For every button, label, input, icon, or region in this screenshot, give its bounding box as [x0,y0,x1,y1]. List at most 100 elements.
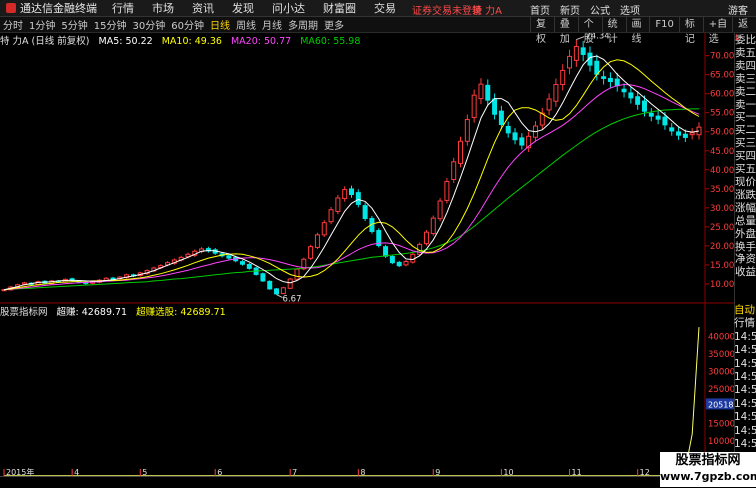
period-tab[interactable]: 15分钟 [91,17,130,32]
price-tick-label: 50.00 [710,128,734,138]
price-tick-label: 45.00 [710,147,734,157]
period-tab[interactable]: 周线 [233,17,259,32]
menu-item[interactable]: 发现 [223,0,263,16]
candle-up [464,119,470,142]
menu-item[interactable]: 市场 [143,0,183,16]
top-right-links: 首页 新页 公式 选项 [530,2,640,17]
indicator-tick-label: 30000 [708,367,734,377]
menu-item[interactable]: 资讯 [183,0,223,16]
candle-up [567,55,573,69]
kline-chart[interactable]: 70.00 65.00 60.00 55.00 50.00 45.00 40.00 35.00… [0,33,734,477]
candle-down [383,246,389,257]
high-pointer [576,36,585,41]
period-tab[interactable]: 更多 [321,17,347,32]
tick-time: 14:5 [734,357,756,370]
sidebar-label: 外盘 [735,227,756,240]
menu-item[interactable]: 财富圈 [314,0,365,16]
tick-time: 14:5 [734,438,756,451]
candle-down [519,137,525,146]
price-tick-label: 70.00 [710,52,734,62]
candle-up [471,94,477,119]
tool-button[interactable]: 复权 [530,17,554,45]
indicator-tick-label: 10000 [708,437,734,447]
tick-time: 行情 [734,317,755,330]
candle-down [648,112,654,117]
app-title: 通达信金融终端 [20,2,97,15]
candle-up [437,200,443,220]
top-link[interactable]: 首页 [530,2,550,17]
price-tick-label: 20.00 [710,242,734,252]
tool-button[interactable]: 返回 [732,17,756,45]
level-badge: L [735,33,740,42]
candle-up [546,98,552,111]
sidebar-label: 买一 [735,111,756,124]
indicator-tick-label: 35000 [708,350,734,360]
price-tick-label: 40.00 [710,166,734,176]
tool-button[interactable]: 个股 [577,17,602,45]
price-tick-label: 15.00 [710,261,734,271]
menu-item[interactable]: 交易 [365,0,405,16]
watermark-line-1: 股票指标网 [675,453,741,468]
top-link[interactable]: 选项 [620,2,640,17]
period-tab[interactable]: 日线 [207,17,233,32]
menu-item[interactable]: 问小达 [263,0,314,16]
candle-up [423,231,429,245]
top-link[interactable]: 新页 [560,2,580,17]
tool-button[interactable]: 统计 [601,17,626,45]
period-tab[interactable]: 1分钟 [26,17,58,32]
menu-item[interactable]: 行情 [103,0,143,16]
candle-down [260,273,266,282]
indicator-name: 股票指标网 [0,307,48,318]
period-tab[interactable]: 月线 [259,17,285,32]
period-tab[interactable]: 分时 [0,17,26,32]
sidebar-label: 涨幅 [735,201,756,214]
candle-down [635,96,641,105]
candle-down [498,110,504,125]
period-tabs: 分时 1分钟 5分钟 15分钟 30分钟 60分钟 日线 周线 月线 多周期 更多 [0,17,347,32]
period-tab[interactable]: 60分钟 [168,17,207,32]
candle-up [335,197,341,212]
candle-up [314,234,320,248]
sidebar-label: 卖二 [735,85,756,98]
period-tab[interactable]: 30分钟 [129,17,168,32]
candle-up [573,45,579,61]
period-toolbar: 分时 1分钟 5分钟 15分钟 30分钟 60分钟 日线 周线 月线 多周期 更多 复权 叠加 个股 统计… [0,17,756,45]
candle-up [451,161,457,180]
tool-button[interactable]: 画线 [625,17,650,45]
logo-icon [6,3,16,13]
candle-up [444,181,450,201]
sidebar-label: 净资 [735,253,756,266]
sidebar-label: 涨跌 [735,188,756,201]
sidebar-label: 买二 [735,124,756,137]
candle-down [669,127,675,132]
candle-up [287,278,293,289]
period-tab[interactable]: 多周期 [285,17,321,32]
candle-down [628,92,634,99]
watermark: 股票指标网 www.7gpzb.com [660,452,756,487]
candle-down [614,78,620,87]
candle-down [676,131,682,136]
tool-button[interactable]: F10 [649,17,678,32]
main-menu: 行情 市场 资讯 发现 问小达 财富圈 交易 [103,0,405,16]
tool-button[interactable]: 标记 [678,17,703,45]
current-stock-name: 特 力A [472,6,503,17]
candle-up [308,246,314,259]
candle-up [280,287,286,295]
candle-up [321,222,327,236]
candle-up [553,84,559,102]
sidebar-label: 卖四 [735,59,756,72]
candle-up [478,83,484,100]
candle-up [342,189,348,200]
candle-down [226,255,232,259]
tool-button[interactable]: 叠加 [553,17,578,45]
top-link[interactable]: 公式 [590,2,610,17]
price-tick-label: 30.00 [710,204,734,214]
price-tick-label: 60.00 [710,90,734,100]
guest-login[interactable]: 游客 [728,2,748,17]
tool-button[interactable]: +自选 [702,17,732,45]
price-tick-label: 55.00 [710,109,734,119]
period-tab[interactable]: 5分钟 [58,17,90,32]
indicator-value-2: 超赚选股: 42689.71 [136,307,226,318]
candle-up [458,140,464,164]
indicator-info-line: 股票指标网 超赚: 42689.71 超赚选股: 42689.71 [0,304,232,318]
